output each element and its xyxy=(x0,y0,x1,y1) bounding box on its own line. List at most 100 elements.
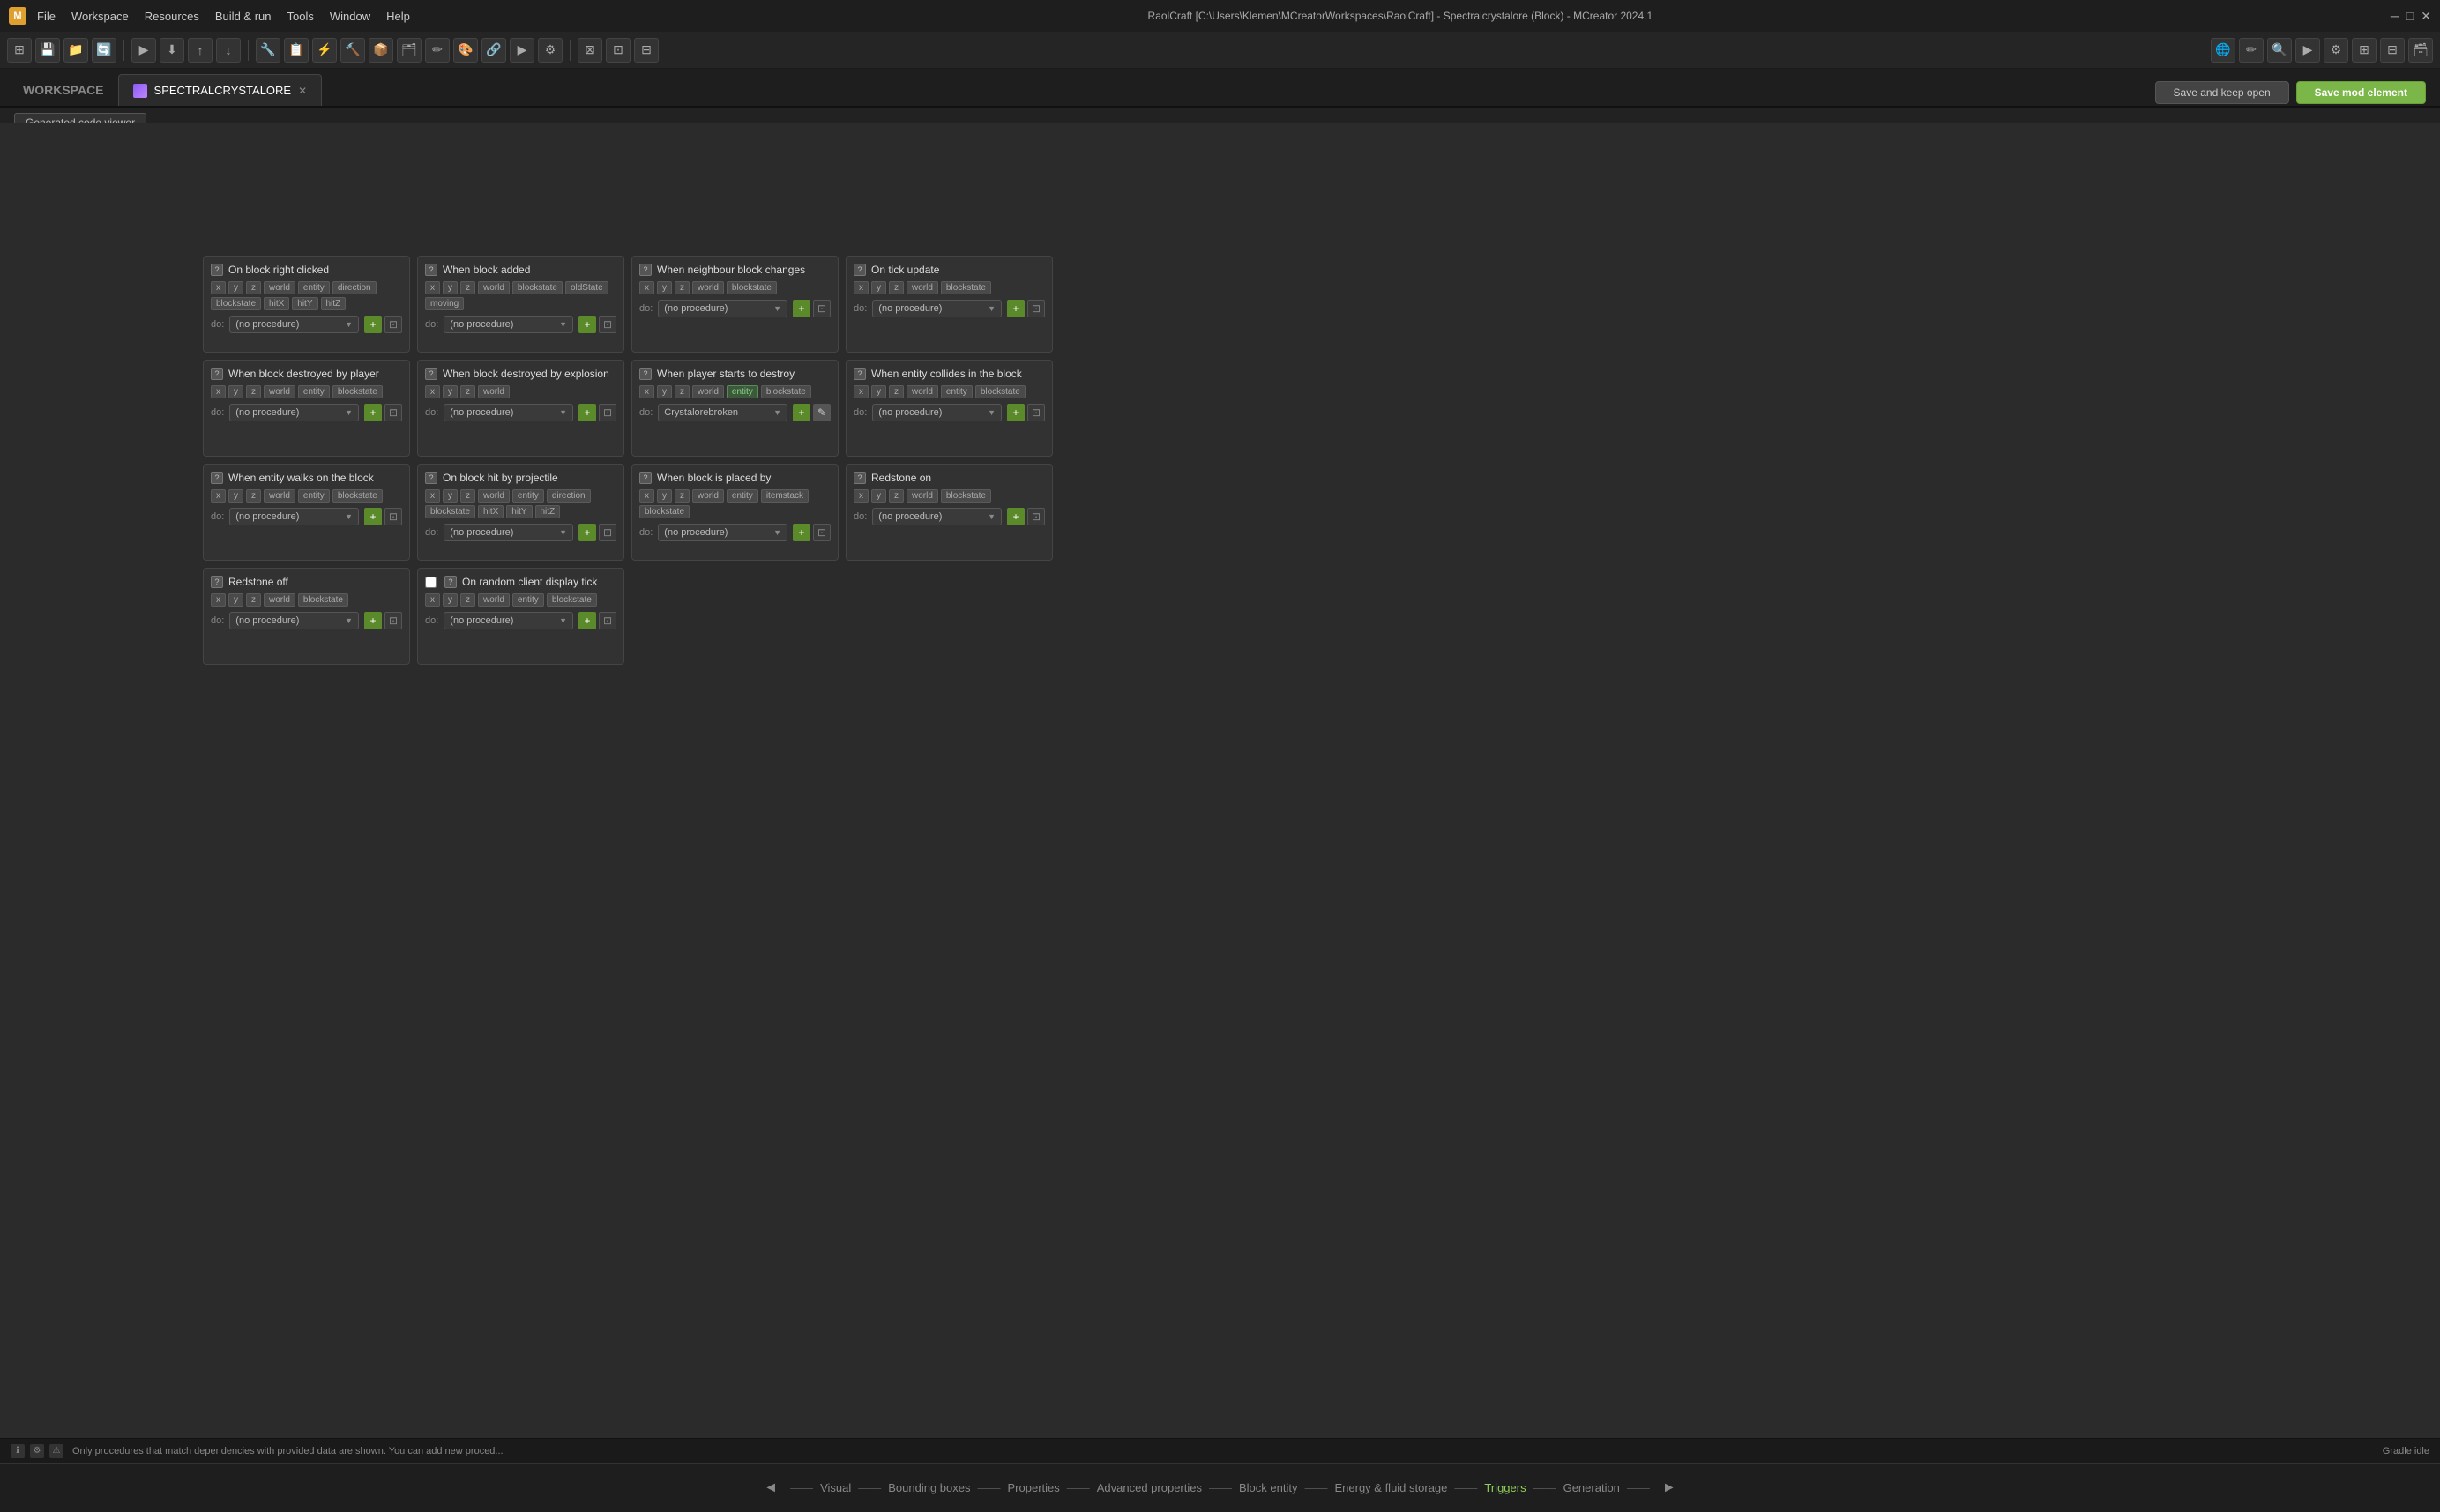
nav-item-energy[interactable]: Energy & fluid storage xyxy=(1331,1481,1451,1494)
toolbar-btn-17[interactable]: 🔗 xyxy=(481,38,506,63)
menu-help[interactable]: Help xyxy=(386,10,410,23)
toolbar-btn-6[interactable]: ⬇ xyxy=(160,38,184,63)
save-mod-element-btn[interactable]: Save mod element xyxy=(2296,81,2426,104)
nav-item-bounding[interactable]: Bounding boxes xyxy=(884,1481,974,1494)
add-btn-8[interactable]: + xyxy=(364,508,382,525)
edit-btn-4[interactable]: ⊡ xyxy=(384,404,402,421)
tab-close-btn[interactable]: ✕ xyxy=(298,85,307,97)
do-select-8[interactable]: (no procedure) ▼ xyxy=(229,508,359,525)
toolbar-btn-8[interactable]: ↓ xyxy=(216,38,241,63)
do-select-9[interactable]: (no procedure) ▼ xyxy=(444,524,573,541)
menu-build-run[interactable]: Build & run xyxy=(215,10,272,23)
add-btn-12[interactable]: + xyxy=(364,612,382,629)
do-select-1[interactable]: (no procedure) ▼ xyxy=(444,316,573,333)
add-btn-4[interactable]: + xyxy=(364,404,382,421)
save-keep-open-btn[interactable]: Save and keep open xyxy=(2155,81,2289,104)
toolbar-right-2[interactable]: ✏ xyxy=(2239,38,2264,63)
toolbar-btn-3[interactable]: 📁 xyxy=(63,38,88,63)
edit-btn-7[interactable]: ⊡ xyxy=(1027,404,1045,421)
toolbar-right-3[interactable]: 🔍 xyxy=(2267,38,2292,63)
toolbar-btn-15[interactable]: ✏ xyxy=(425,38,450,63)
menu-workspace[interactable]: Workspace xyxy=(71,10,129,23)
toolbar-btn-18[interactable]: ▶ xyxy=(510,38,534,63)
workspace-tab[interactable]: WORKSPACE xyxy=(9,74,118,106)
do-select-0[interactable]: (no procedure) ▼ xyxy=(229,316,359,333)
nav-prev[interactable]: ◄ xyxy=(755,1480,787,1496)
menu-file[interactable]: File xyxy=(37,10,56,23)
edit-btn-8[interactable]: ⊡ xyxy=(384,508,402,525)
settings-icon[interactable]: ⚙ xyxy=(30,1444,44,1458)
nav-item-visual[interactable]: Visual xyxy=(817,1481,854,1494)
chevron-4: ▼ xyxy=(345,408,353,417)
toolbar-btn-16[interactable]: 🎨 xyxy=(453,38,478,63)
add-btn-5[interactable]: + xyxy=(578,404,596,421)
toolbar-right-6[interactable]: ⊞ xyxy=(2352,38,2377,63)
edit-btn-10[interactable]: ⊡ xyxy=(813,524,831,541)
toolbar-btn-21[interactable]: ⊡ xyxy=(606,38,631,63)
toolbar-btn-11[interactable]: ⚡ xyxy=(312,38,337,63)
do-select-6[interactable]: Crystalorebroken ▼ xyxy=(658,404,787,421)
toolbar-right-1[interactable]: 🌐 xyxy=(2211,38,2235,63)
do-select-13[interactable]: (no procedure) ▼ xyxy=(444,612,573,629)
nav-next[interactable]: ► xyxy=(1653,1480,1685,1496)
nav-item-advanced[interactable]: Advanced properties xyxy=(1093,1481,1205,1494)
edit-btn-9[interactable]: ⊡ xyxy=(599,524,616,541)
do-select-4[interactable]: (no procedure) ▼ xyxy=(229,404,359,421)
toolbar-right-8[interactable]: 🗃 xyxy=(2408,38,2433,63)
add-btn-11[interactable]: + xyxy=(1007,508,1025,525)
do-select-11[interactable]: (no procedure) ▼ xyxy=(872,508,1002,525)
add-btn-1[interactable]: + xyxy=(578,316,596,333)
menu-resources[interactable]: Resources xyxy=(145,10,199,23)
edit-btn-2[interactable]: ⊡ xyxy=(813,300,831,317)
edit-btn-12[interactable]: ⊡ xyxy=(384,612,402,629)
edit-btn-6[interactable]: ✎ xyxy=(813,404,831,421)
toolbar-btn-12[interactable]: 🔨 xyxy=(340,38,365,63)
maximize-btn[interactable]: □ xyxy=(2406,9,2414,24)
nav-item-triggers[interactable]: Triggers xyxy=(1481,1481,1529,1494)
toolbar-btn-19[interactable]: ⚙ xyxy=(538,38,563,63)
do-select-7[interactable]: (no procedure) ▼ xyxy=(872,404,1002,421)
toolbar-btn-1[interactable]: ⊞ xyxy=(7,38,32,63)
edit-btn-0[interactable]: ⊡ xyxy=(384,316,402,333)
add-btn-10[interactable]: + xyxy=(793,524,810,541)
do-select-10[interactable]: (no procedure) ▼ xyxy=(658,524,787,541)
edit-btn-1[interactable]: ⊡ xyxy=(599,316,616,333)
toolbar-btn-22[interactable]: ⊟ xyxy=(634,38,659,63)
add-btn-9[interactable]: + xyxy=(578,524,596,541)
edit-btn-11[interactable]: ⊡ xyxy=(1027,508,1045,525)
add-btn-2[interactable]: + xyxy=(793,300,810,317)
add-btn-6[interactable]: + xyxy=(793,404,810,421)
nav-item-generation[interactable]: Generation xyxy=(1560,1481,1623,1494)
toolbar-right-4[interactable]: ▶ xyxy=(2295,38,2320,63)
toolbar-btn-4[interactable]: 🔄 xyxy=(92,38,116,63)
toolbar-btn-20[interactable]: ⊠ xyxy=(578,38,602,63)
minimize-btn[interactable]: ─ xyxy=(2391,9,2399,24)
toolbar-btn-2[interactable]: 💾 xyxy=(35,38,60,63)
menu-tools[interactable]: Tools xyxy=(287,10,313,23)
menu-window[interactable]: Window xyxy=(330,10,370,23)
add-btn-13[interactable]: + xyxy=(578,612,596,629)
toolbar-btn-9[interactable]: 🔧 xyxy=(256,38,280,63)
nav-item-properties[interactable]: Properties xyxy=(1004,1481,1063,1494)
toolbar-btn-14[interactable]: 🗂 xyxy=(397,38,422,63)
toolbar-right-5[interactable]: ⚙ xyxy=(2324,38,2348,63)
toolbar-btn-5[interactable]: ▶ xyxy=(131,38,156,63)
edit-btn-13[interactable]: ⊡ xyxy=(599,612,616,629)
edit-btn-3[interactable]: ⊡ xyxy=(1027,300,1045,317)
toolbar-btn-7[interactable]: ↑ xyxy=(188,38,213,63)
add-btn-7[interactable]: + xyxy=(1007,404,1025,421)
card-checkbox-13[interactable] xyxy=(425,577,437,588)
edit-btn-5[interactable]: ⊡ xyxy=(599,404,616,421)
toolbar-btn-13[interactable]: 📦 xyxy=(369,38,393,63)
add-btn-0[interactable]: + xyxy=(364,316,382,333)
add-btn-3[interactable]: + xyxy=(1007,300,1025,317)
toolbar-right-7[interactable]: ⊟ xyxy=(2380,38,2405,63)
toolbar-btn-10[interactable]: 📋 xyxy=(284,38,309,63)
close-btn[interactable]: ✕ xyxy=(2421,9,2431,24)
nav-item-block-entity[interactable]: Block entity xyxy=(1235,1481,1301,1494)
do-select-3[interactable]: (no procedure) ▼ xyxy=(872,300,1002,317)
spectralcrystalore-tab[interactable]: SPECTRALCRYSTALORE ✕ xyxy=(118,74,323,106)
do-select-12[interactable]: (no procedure) ▼ xyxy=(229,612,359,629)
do-select-2[interactable]: (no procedure) ▼ xyxy=(658,300,787,317)
do-select-5[interactable]: (no procedure) ▼ xyxy=(444,404,573,421)
